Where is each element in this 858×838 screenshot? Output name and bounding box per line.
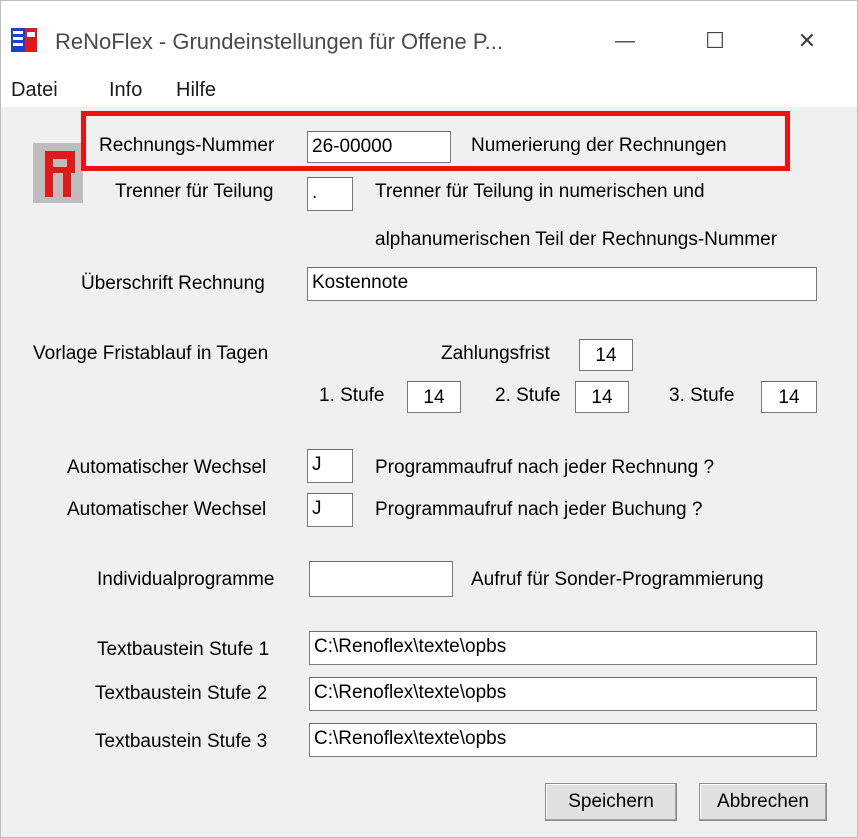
maximize-icon: ☐: [705, 28, 725, 53]
trenner-label: Trenner für Teilung: [115, 181, 274, 202]
wechsel-buchung-input[interactable]: J: [307, 493, 353, 527]
stufe2-label: 2. Stufe: [495, 385, 561, 406]
fristablauf-label: Vorlage Fristablauf in Tagen: [33, 343, 269, 364]
maximize-button[interactable]: ☐: [691, 19, 739, 63]
trenner-input[interactable]: .: [307, 177, 353, 211]
individual-label: Individualprogramme: [97, 569, 275, 590]
cancel-button[interactable]: Abbrechen: [699, 783, 827, 821]
wechsel-buchung-label: Automatischer Wechsel: [67, 499, 267, 520]
zahlungsfrist-label: Zahlungsfrist: [441, 343, 550, 364]
stufe2-input[interactable]: 14: [575, 381, 629, 413]
menu-hilfe[interactable]: Hilfe: [176, 79, 216, 102]
textbaustein3-label: Textbaustein Stufe 3: [95, 731, 268, 752]
stufe3-input[interactable]: 14: [761, 381, 817, 413]
stufe3-label: 3. Stufe: [669, 385, 735, 406]
wechsel-rechnung-input[interactable]: J: [307, 449, 353, 483]
wechsel-rechnung-label: Automatischer Wechsel: [67, 457, 267, 478]
zahlungsfrist-input[interactable]: 14: [579, 339, 633, 371]
renoflex-logo: [33, 143, 83, 203]
textbaustein2-label: Textbaustein Stufe 2: [95, 683, 268, 704]
trenner-hint-1: Trenner für Teilung in numerischen und: [375, 181, 705, 202]
textbaustein1-input[interactable]: C:\Renoflex\texte\opbs: [309, 631, 817, 665]
individual-hint: Aufruf für Sonder-Programmierung: [471, 569, 764, 590]
wechsel-rechnung-hint: Programmaufruf nach jeder Rechnung ?: [375, 457, 715, 478]
settings-window: ReNoFlex - Grundeinstellungen für Offene…: [0, 0, 858, 838]
highlight-box: [81, 111, 790, 171]
minimize-button[interactable]: —: [601, 19, 649, 63]
window-title: ReNoFlex - Grundeinstellungen für Offene…: [55, 29, 503, 54]
textbaustein3-input[interactable]: C:\Renoflex\texte\opbs: [309, 723, 817, 757]
trenner-hint-2: alphanumerischen Teil der Rechnungs-Numm…: [375, 229, 778, 250]
close-icon: ✕: [797, 28, 817, 53]
menu-datei[interactable]: Datei: [11, 79, 58, 102]
title-bar: ReNoFlex - Grundeinstellungen für Offene…: [1, 1, 857, 73]
ueberschrift-label: Überschrift Rechnung: [81, 273, 265, 294]
individual-input[interactable]: [309, 561, 453, 597]
stufe1-input[interactable]: 14: [407, 381, 461, 413]
textbaustein2-input[interactable]: C:\Renoflex\texte\opbs: [309, 677, 817, 711]
renoflex-logo-mark: [33, 143, 83, 203]
menu-bar: Datei Info Hilfe: [1, 73, 857, 107]
close-button[interactable]: ✕: [783, 19, 831, 63]
renoflex-app-icon: [11, 26, 39, 54]
textbaustein1-label: Textbaustein Stufe 1: [97, 639, 270, 660]
stufe1-label: 1. Stufe: [319, 385, 385, 406]
menu-info[interactable]: Info: [109, 79, 142, 102]
wechsel-buchung-hint: Programmaufruf nach jeder Buchung ?: [375, 499, 703, 520]
minimize-icon: —: [615, 29, 635, 52]
ueberschrift-input[interactable]: Kostennote: [307, 267, 817, 301]
save-button[interactable]: Speichern: [545, 783, 677, 821]
